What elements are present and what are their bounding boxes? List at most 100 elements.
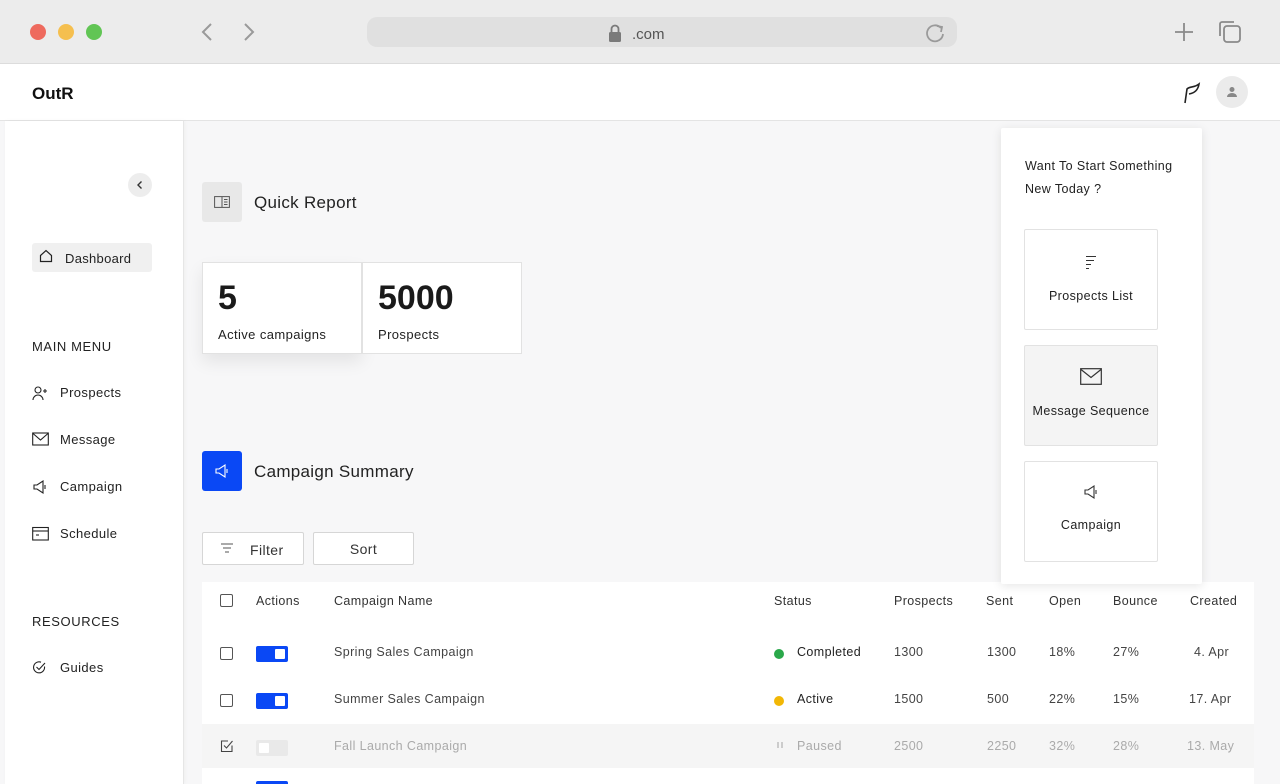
megaphone-icon [1084,484,1097,500]
campaign-toggle[interactable] [256,740,288,756]
add-user-icon [32,386,47,401]
created-date: 13. May [1187,739,1235,753]
column-header-open[interactable]: Open [1049,594,1081,608]
feather-icon[interactable] [1181,81,1203,105]
reload-icon[interactable] [924,22,946,44]
card-label: Campaign [1060,518,1122,532]
column-header-actions[interactable]: Actions [256,594,300,608]
sidebar-item-label: Campaign [60,479,123,494]
app-header: OutR [0,64,1280,121]
table-row[interactable]: Summer Sales Campaign Active 1500 500 22… [202,677,1254,721]
prospects-count: 1500 [894,692,924,706]
created-date: 4. Apr [1194,645,1230,659]
quick-start-popover: Want To Start Something New Today ? Pros… [1001,128,1202,584]
open-rate: 22% [1049,692,1076,706]
stat-card-active-campaigns[interactable]: 5 Active campaigns [202,262,362,354]
campaign-name[interactable]: Summer Sales Campaign [334,692,485,706]
quick-report-icon-box [202,182,242,222]
close-window-button[interactable] [30,24,46,40]
bounce-rate: 27% [1113,645,1140,659]
sidebar-item-campaign[interactable]: Campaign [32,476,172,498]
filter-label: Filter [250,542,284,558]
sidebar-item-prospects[interactable]: Prospects [32,382,172,404]
pause-icon [777,742,783,748]
column-header-bounce[interactable]: Bounce [1113,594,1158,608]
card-label: Message Sequence [1032,404,1150,418]
resources-heading: RESOURCES [32,614,120,629]
stat-value: 5 [218,279,237,317]
sort-button[interactable]: Sort [313,532,414,565]
envelope-icon [1080,368,1102,385]
sidebar-item-label: Prospects [60,385,122,400]
check-circle-icon [33,661,46,674]
status-text: Completed [797,645,862,659]
sidebar-item-message[interactable]: Message [32,429,172,451]
sidebar-item-label: Guides [60,660,104,675]
sidebar-item-label: Schedule [60,526,118,541]
home-icon [39,249,53,263]
open-rate: 18% [1049,645,1076,659]
campaign-summary-title: Campaign Summary [254,462,414,481]
row-checkbox-checked[interactable] [220,739,233,753]
prospects-list-card[interactable]: Prospects List [1024,229,1158,330]
status-active-icon [774,696,784,706]
filter-icon [221,543,233,553]
select-all-checkbox[interactable] [220,594,233,607]
open-rate: 32% [1049,739,1076,753]
bounce-rate: 28% [1113,739,1140,753]
table-row[interactable] [202,771,1254,784]
sidebar: Dashboard MAIN MENU Prospects Message Ca… [5,121,184,784]
prospects-count: 2500 [894,739,924,753]
checked-box-icon [220,740,233,753]
collapse-sidebar-button[interactable] [128,173,152,197]
column-header-prospects[interactable]: Prospects [894,594,953,608]
stat-caption: Active campaigns [218,327,327,342]
stat-caption: Prospects [378,327,440,342]
megaphone-icon [33,479,46,495]
maximize-window-button[interactable] [86,24,102,40]
column-header-status[interactable]: Status [774,594,812,608]
column-header-campaign-name[interactable]: Campaign Name [334,594,433,608]
stat-value: 5000 [378,279,454,317]
calendar-icon [32,526,49,541]
sidebar-item-guides[interactable]: Guides [32,657,172,679]
status-text: Active [797,692,834,706]
status-complete-icon [774,649,784,659]
campaign-name[interactable]: Fall Launch Campaign [334,739,467,753]
sent-count: 500 [987,692,1010,706]
campaign-toggle[interactable] [256,646,288,662]
created-date: 17. Apr [1189,692,1232,706]
sort-label: Sort [349,541,378,557]
minimize-window-button[interactable] [58,24,74,40]
brand-logo[interactable]: OutR [32,84,74,104]
sidebar-item-dashboard[interactable]: Dashboard [32,243,152,272]
address-text: .com [632,26,665,43]
column-header-created[interactable]: Created [1190,594,1237,608]
table-row[interactable]: Fall Launch Campaign Paused 2500 2250 32… [202,724,1254,768]
campaign-name[interactable]: Spring Sales Campaign [334,645,474,659]
popover-title: Want To Start Something New Today ? [1025,159,1173,196]
sidebar-item-schedule[interactable]: Schedule [32,523,172,545]
campaign-summary-icon-box [202,451,242,491]
column-header-sent[interactable]: Sent [986,594,1013,608]
campaign-toggle[interactable] [256,693,288,709]
forward-arrow-icon[interactable] [236,20,260,44]
row-checkbox[interactable] [220,694,233,707]
report-icon [214,196,230,208]
table-row[interactable]: Spring Sales Campaign Completed 1300 130… [202,630,1254,674]
sidebar-item-label: Dashboard [65,251,132,266]
list-lines-icon [1086,255,1096,270]
avatar[interactable] [1216,76,1248,108]
chevron-left-icon [137,181,142,189]
envelope-icon [32,432,49,446]
stat-card-prospects[interactable]: 5000 Prospects [362,262,522,354]
message-sequence-card[interactable]: Message Sequence [1024,345,1158,446]
row-checkbox[interactable] [220,647,233,660]
tab-overview-icon[interactable] [1216,18,1244,46]
card-label: Prospects List [1048,289,1134,303]
filter-button[interactable]: Filter [202,532,304,565]
bounce-rate: 15% [1113,692,1140,706]
back-arrow-icon[interactable] [196,20,220,44]
new-tab-icon[interactable] [1172,20,1196,44]
campaign-card[interactable]: Campaign [1024,461,1158,562]
